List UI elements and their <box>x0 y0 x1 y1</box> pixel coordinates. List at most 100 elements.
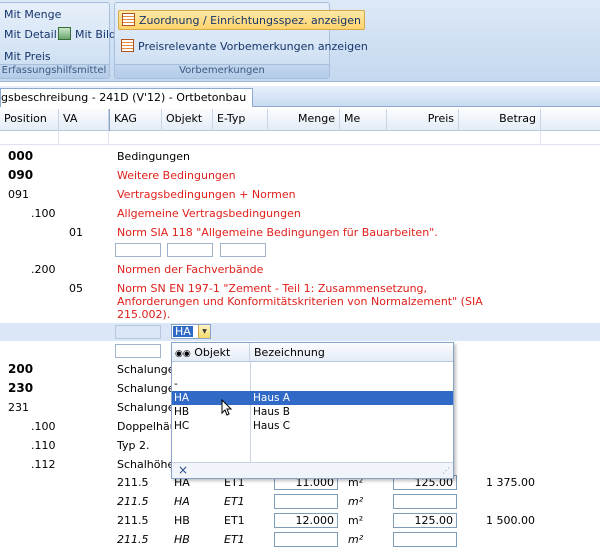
item-text: Allgemeine Vertragsbedingungen <box>117 207 301 220</box>
kag-field[interactable] <box>115 243 161 257</box>
group-label-erfassungshilfsmittel: Erfassungshilfsmittel <box>0 64 109 78</box>
document-tab[interactable]: gsbeschreibung - 241D (V'12) - Ortbetonb… <box>0 88 254 107</box>
preisrelevante-label: Preisrelevante Vorbemerkungen anzeigen <box>138 40 368 53</box>
col-va[interactable]: VA <box>59 109 109 131</box>
dropdown-col-objekt-label: Objekt <box>194 346 231 359</box>
zuordnung-label: Zuordnung / Einrichtungsspez. anzeigen <box>139 14 361 27</box>
dropdown-item-name: Haus C <box>253 420 291 432</box>
list-item[interactable]: .100 Allgemeine Vertragsbedingungen <box>0 204 600 223</box>
list-item[interactable]: 090 Weitere Bedingungen <box>0 166 600 185</box>
menge-input[interactable] <box>274 494 338 509</box>
list-item[interactable]: .200 Normen der Fachverbände <box>0 260 600 279</box>
col-betrag[interactable]: Betrag <box>459 109 541 131</box>
position-number: 090 <box>8 168 34 182</box>
position-number: 000 <box>8 149 34 163</box>
position-number: 231 <box>8 401 29 414</box>
dropdown-item-selected[interactable]: HA Haus A <box>172 391 453 405</box>
objekt-field[interactable] <box>167 243 213 257</box>
preisrelevante-vorbemerkungen-button[interactable]: Preisrelevante Vorbemerkungen anzeigen <box>118 37 371 57</box>
preis-input[interactable] <box>393 532 457 547</box>
va-number: 01 <box>69 226 83 239</box>
dropdown-col-objekt[interactable]: ◉◉ Objekt <box>172 343 250 362</box>
resize-grip-icon[interactable]: ⋰ <box>442 465 450 477</box>
objekt-dropdown-list[interactable]: ◉◉ Objekt Bezeichnung - HA Haus A HB Hau… <box>171 342 454 479</box>
dropdown-item-name: Haus A <box>253 392 290 404</box>
list-item[interactable]: 01 Norm SIA 118 "Allgemeine Bedingungen … <box>0 223 600 242</box>
dropdown-footer: × ⋰ <box>172 462 453 478</box>
dropdown-item-objekt: - <box>174 378 178 390</box>
item-text: Weitere Bedingungen <box>117 169 236 182</box>
preis-input[interactable]: 125.00 <box>393 513 457 528</box>
dropdown-item[interactable]: HB Haus B <box>172 405 453 419</box>
etyp-value: ET1 <box>224 533 245 546</box>
zuordnung-anzeigen-button[interactable]: Zuordnung / Einrichtungsspez. anzeigen <box>118 10 365 30</box>
mit-bild-button[interactable]: Mit Bild <box>55 25 119 45</box>
etyp-value: ET1 <box>224 495 245 508</box>
dropdown-item-objekt: HC <box>174 420 190 432</box>
dropdown-item-name: Haus B <box>253 406 290 418</box>
objekt-value: HA <box>174 495 190 508</box>
chevron-down-icon[interactable]: ▼ <box>198 325 210 338</box>
kag-field[interactable] <box>115 325 161 339</box>
item-text: Vertragsbedingungen + Normen <box>117 188 296 201</box>
item-text: Bedingungen <box>117 150 190 163</box>
dropdown-item-objekt: HB <box>174 406 190 418</box>
position-number: .112 <box>31 458 56 471</box>
preis-input[interactable] <box>393 494 457 509</box>
mouse-pointer-icon <box>221 399 233 416</box>
objekt-value: HB <box>174 533 190 546</box>
list-icon <box>122 13 135 26</box>
column-header-row: Position VA KAG Objekt E-Typ Menge Me Pr… <box>0 109 600 131</box>
mit-menge-button[interactable]: Mit Menge <box>1 5 64 25</box>
kag-value: 211.5 <box>117 476 149 489</box>
col-position[interactable]: Position <box>0 109 59 131</box>
picture-icon <box>58 27 71 40</box>
objekt-combobox[interactable]: HA ▼ <box>171 324 211 339</box>
quantity-row[interactable]: 211.5 HA ET1 m² <box>0 492 600 511</box>
dropdown-header: ◉◉ Objekt Bezeichnung <box>172 343 453 362</box>
betrag-value: 1 375.00 <box>486 476 535 489</box>
mit-detail-button[interactable]: Mit Detail <box>1 25 60 45</box>
menge-input[interactable] <box>274 532 338 547</box>
col-me[interactable]: Me <box>340 109 387 131</box>
close-icon[interactable]: × <box>178 463 188 478</box>
col-kag[interactable]: KAG <box>109 109 162 131</box>
dropdown-item[interactable]: HC Haus C <box>172 419 453 433</box>
item-text: Schalhöhe <box>117 458 175 471</box>
betrag-value: 1 500.00 <box>486 514 535 527</box>
selected-row[interactable] <box>0 323 600 341</box>
col-etyp[interactable]: E-Typ <box>213 109 268 131</box>
quantity-row[interactable]: 211.5 HB ET1 m² <box>0 530 600 549</box>
position-number: 091 <box>8 188 29 201</box>
col-objekt[interactable]: Objekt <box>162 109 213 131</box>
combo-value: HA <box>173 325 193 338</box>
position-number: .110 <box>31 439 56 452</box>
position-number: 200 <box>8 362 34 376</box>
kag-field[interactable] <box>115 344 161 358</box>
etyp-value: ET1 <box>224 514 245 527</box>
position-number: .200 <box>31 263 56 276</box>
etyp-field[interactable] <box>220 243 266 257</box>
mit-bild-label: Mit Bild <box>75 28 116 41</box>
col-preis[interactable]: Preis <box>387 109 459 131</box>
list-item[interactable]: 05 Norm SN EN 197-1 "Zement - Teil 1: Zu… <box>0 279 600 321</box>
position-number: .100 <box>31 420 56 433</box>
col-menge[interactable]: Menge <box>268 109 340 131</box>
item-text-line: 215.002). <box>117 308 171 321</box>
objekt-value: HB <box>174 514 190 527</box>
list-icon <box>121 39 134 52</box>
list-item[interactable]: 091 Vertragsbedingungen + Normen <box>0 185 600 204</box>
quantity-row[interactable]: 211.5 HB ET1 12.000 m² 125.00 1 500.00 <box>0 511 600 530</box>
menge-input[interactable]: 12.000 <box>274 513 338 528</box>
dropdown-col-bezeichnung[interactable]: Bezeichnung <box>251 343 451 362</box>
unit-value: m² <box>348 514 364 527</box>
item-text: Norm SIA 118 "Allgemeine Bedingungen für… <box>117 226 438 239</box>
unit-value: m² <box>348 495 364 508</box>
position-number: .100 <box>31 207 56 220</box>
list-item[interactable]: 000 Bedingungen <box>0 147 600 166</box>
ribbon: Mit Menge Mit Detail Mit Preis Mit Bild … <box>0 0 600 82</box>
group-label-vorbemerkungen: Vorbemerkungen <box>115 64 329 78</box>
item-text: Doppelhäu <box>117 420 177 433</box>
dropdown-item[interactable]: - <box>172 377 453 391</box>
filter-row <box>0 131 600 145</box>
